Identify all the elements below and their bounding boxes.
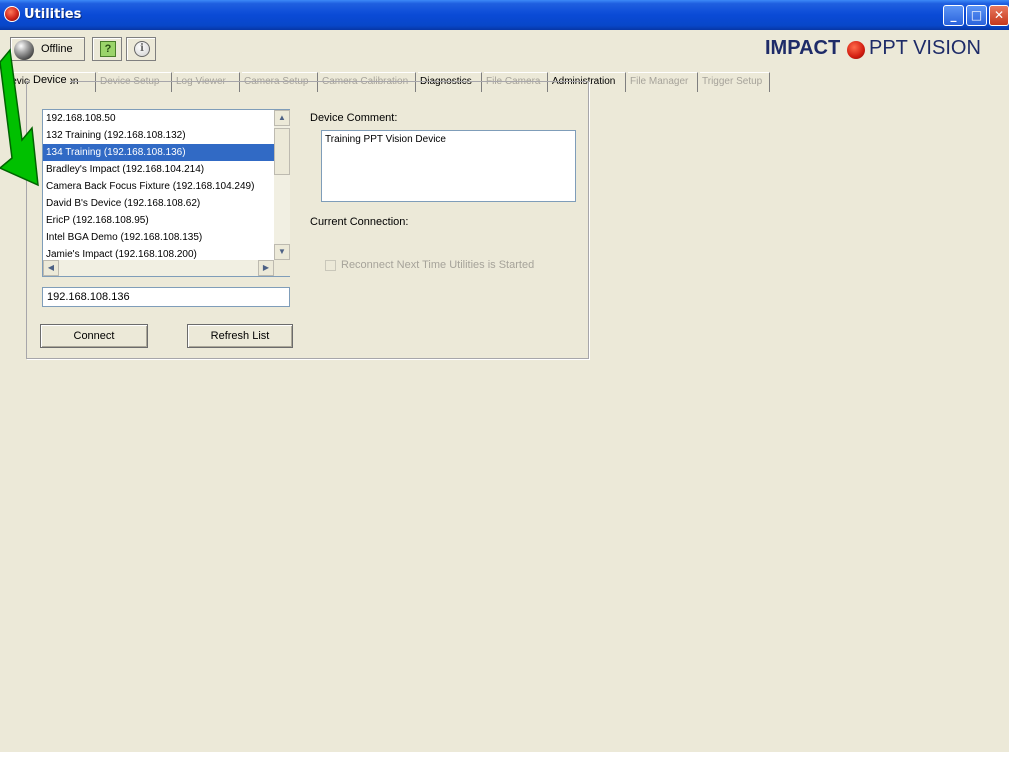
bottom-gap: [0, 752, 1009, 757]
title-bar: Utilities _ □ ✕: [0, 0, 1009, 30]
minimize-button[interactable]: _: [943, 5, 964, 26]
brand-ppt-text: PPT VISION: [869, 37, 981, 59]
connect-button[interactable]: Connect: [40, 324, 148, 348]
refresh-list-button[interactable]: Refresh List: [187, 324, 293, 348]
horizontal-scrollbar[interactable]: ◀ ▶: [43, 260, 274, 276]
tab-trigger-setup[interactable]: Trigger Setup: [700, 72, 770, 92]
device-list-item[interactable]: Bradley's Impact (192.168.104.214): [43, 161, 274, 178]
ppt-logo-icon: [847, 41, 865, 59]
current-connection-label: Current Connection:: [310, 216, 409, 228]
scroll-thumb[interactable]: [274, 128, 290, 175]
reconnect-label: Reconnect Next Time Utilities is Started: [341, 259, 535, 271]
tab-file-manager[interactable]: File Manager: [628, 72, 698, 92]
device-list-item[interactable]: Jamie's Impact (192.168.108.200): [43, 246, 274, 260]
device-list-item[interactable]: David B's Device (192.168.108.62): [43, 195, 274, 212]
scroll-left-icon[interactable]: ◀: [43, 260, 59, 276]
about-button[interactable]: i: [126, 37, 156, 61]
vertical-scrollbar[interactable]: ▲ ▼: [274, 110, 290, 260]
maximize-button[interactable]: □: [966, 5, 987, 26]
device-list-item[interactable]: Camera Back Focus Fixture (192.168.104.2…: [43, 178, 274, 195]
device-comment-field[interactable]: Training PPT Vision Device: [321, 130, 576, 202]
checkbox-box[interactable]: [325, 260, 336, 271]
info-icon: i: [134, 41, 150, 57]
device-list: 192.168.108.50 132 Training (192.168.108.…: [43, 110, 274, 260]
device-list-item[interactable]: Intel BGA Demo (192.168.108.135): [43, 229, 274, 246]
green-arrow-annotation: [0, 48, 39, 187]
help-icon: ?: [100, 41, 116, 57]
brand-impact-text: IMPACT: [765, 37, 841, 59]
help-button[interactable]: ?: [92, 37, 122, 61]
device-list-item[interactable]: 192.168.108.50: [43, 110, 274, 127]
device-comment-label: Device Comment:: [310, 112, 398, 124]
scroll-corner: [274, 260, 290, 276]
scroll-right-icon[interactable]: ▶: [258, 260, 274, 276]
close-button[interactable]: ✕: [989, 5, 1009, 26]
device-list-item[interactable]: 134 Training (192.168.108.136): [43, 144, 274, 161]
scroll-up-icon[interactable]: ▲: [274, 110, 290, 126]
device-address-field[interactable]: 192.168.108.136: [42, 287, 290, 307]
scroll-down-icon[interactable]: ▼: [274, 244, 290, 260]
device-list-item[interactable]: 132 Training (192.168.108.132): [43, 127, 274, 144]
device-listbox[interactable]: 192.168.108.50 132 Training (192.168.108.…: [42, 109, 290, 277]
device-list-item[interactable]: EricP (192.168.108.95): [43, 212, 274, 229]
